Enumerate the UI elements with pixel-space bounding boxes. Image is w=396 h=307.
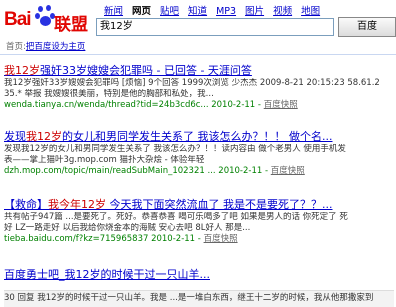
result-snippet: 发现我12岁的女儿和男同学发生关系了 我该怎么办？！！读内容由 做个老男人 使用…: [4, 144, 346, 154]
top-nav: 新闻 网页 贴吧 知道 MP3 图片 视频 地图: [104, 3, 329, 17]
result-snippet: 表——掌上猫叶3g.mop.com 猫扑大杂烩 - 体验年轻: [4, 155, 205, 165]
sethome-prefix: 首页:: [6, 42, 26, 52]
nav-news[interactable]: 新闻: [104, 6, 123, 17]
nav-maps[interactable]: 地图: [301, 6, 320, 17]
result-item: 【救命】我今年12岁 今天我下面突然流血了 我是不是要死了？？... 共有帖子9…: [4, 198, 394, 245]
result-title[interactable]: 发现我12岁的女儿和男同学发生关系了 我该怎么办？！！ 做个名...: [4, 130, 394, 144]
result-item: 发现我12岁的女儿和男同学发生关系了 我该怎么办？！！ 做个名... 发现我12…: [4, 130, 394, 177]
sethome-link[interactable]: 把百度设为主页: [26, 42, 86, 52]
result-url: dzh.mop.com/topic/main/readSubMain_10232…: [4, 166, 305, 176]
nav-web: 网页: [132, 6, 152, 17]
cache-link[interactable]: 百度快照: [204, 234, 238, 244]
search-button[interactable]: 百度: [338, 17, 396, 37]
header-divider: [0, 54, 396, 55]
paw-icon: [35, 5, 55, 27]
result-item: 百度勇士吧_我12岁的时候干过一只山羊...: [4, 268, 394, 282]
logo-text-lianmeng: 联盟: [54, 15, 88, 34]
result-snippet: 35.* 举报 我嫂嫂很美丽，特别是他的胸部和私处，我...: [4, 89, 214, 99]
result-title[interactable]: 我12岁强奸33岁嫂嫂会犯罪吗 - 已回答 - 天涯问答: [4, 64, 394, 78]
result-item: 我12岁强奸33岁嫂嫂会犯罪吗 - 已回答 - 天涯问答 我12岁强奸33岁嫂嫂…: [4, 64, 394, 111]
logo-text-bai: Bai: [4, 9, 32, 30]
nav-tieba[interactable]: 贴吧: [160, 6, 179, 17]
nav-mp3[interactable]: MP3: [216, 6, 236, 17]
result-title[interactable]: 【救命】我今年12岁 今天我下面突然流血了 我是不是要死了？？...: [4, 198, 394, 212]
nav-video[interactable]: 视频: [273, 6, 292, 17]
result-snippet: 共有帖子947篇 ...是要死了。死好。恭喜恭喜 喝可乐喝多了吧 如果是男人的话…: [4, 212, 348, 222]
bottom-snippet: 30 回复 我12岁的时候干过一只山羊。我是 ...是一堆白东西，继王十二岁的时…: [4, 290, 394, 307]
result-url: tieba.baidu.com/f?kz=715965837 2010-2-11…: [4, 234, 238, 244]
nav-images[interactable]: 图片: [245, 6, 264, 17]
result-url: wenda.tianya.cn/wenda/thread?tid=24b3cd6…: [4, 100, 298, 110]
cache-link[interactable]: 百度快照: [264, 100, 298, 110]
result-snippet: 我12岁强奸33岁嫂嫂会犯罪吗 [烦恼] 9个回答 1999次浏览 少杰杰 20…: [4, 78, 380, 88]
baidu-logo[interactable]: Bai 联盟: [2, 2, 94, 38]
result-title[interactable]: 百度勇士吧_我12岁的时候干过一只山羊...: [4, 268, 394, 282]
set-homepage: 首页:把百度设为主页: [6, 40, 85, 52]
search-input[interactable]: 我12岁: [96, 18, 334, 36]
nav-zhidao[interactable]: 知道: [188, 6, 207, 17]
cache-link[interactable]: 百度快照: [271, 166, 305, 176]
result-snippet: 好 LZ一路走好 以后我给你烧金本的海贼 安心去吧 8L好人 那是...: [4, 223, 251, 233]
